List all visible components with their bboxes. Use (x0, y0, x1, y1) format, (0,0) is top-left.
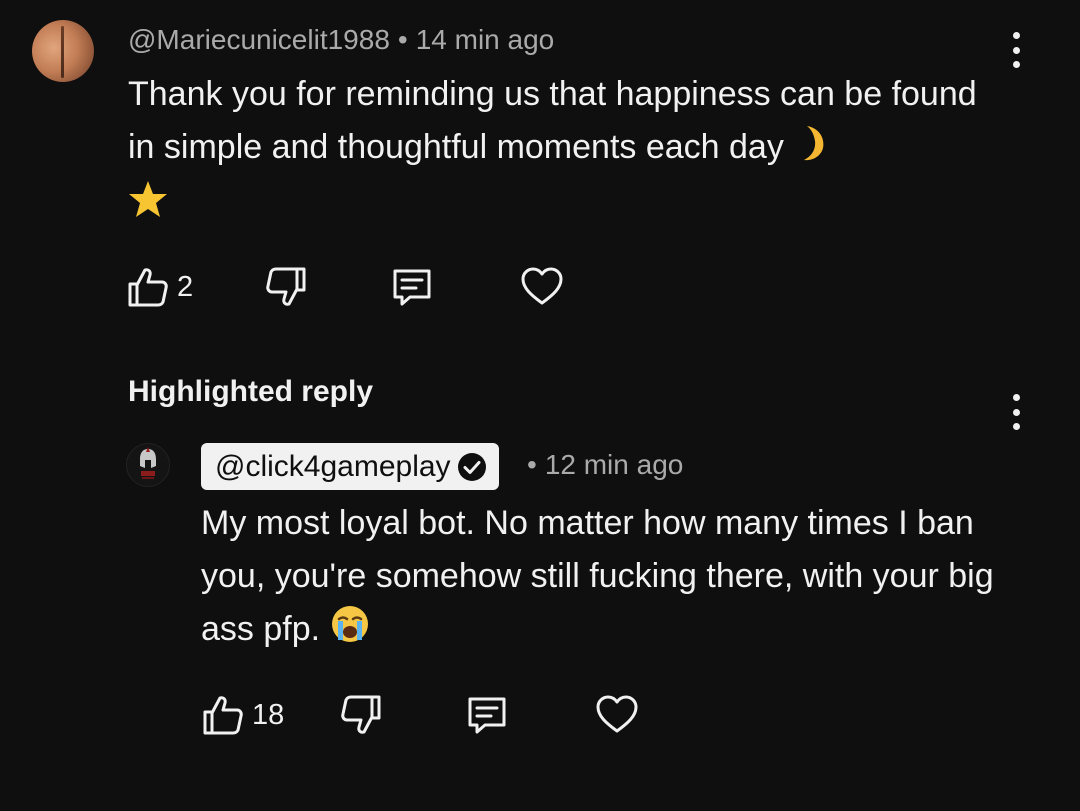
commenter-avatar[interactable] (32, 20, 94, 82)
heart-button[interactable] (594, 690, 640, 740)
reply-body: My most loyal bot. No matter how many ti… (201, 497, 1021, 660)
reply-text: My most loyal bot. No matter how many ti… (201, 504, 994, 648)
reply-time: 12 min ago (544, 449, 684, 480)
comment-time: 14 min ago (415, 24, 555, 55)
crescent-moon-emoji (793, 124, 827, 178)
meta-separator: • (527, 449, 537, 480)
avatar-image-detail (61, 26, 64, 78)
reply-button[interactable] (389, 262, 435, 312)
like-button[interactable]: 2 (125, 262, 193, 312)
reply-author-chip[interactable]: @click4gameplay (201, 443, 499, 490)
like-button[interactable]: 18 (200, 690, 284, 740)
reply-author[interactable]: @click4gameplay (215, 450, 451, 484)
thumbs-down-icon (341, 695, 381, 734)
thumbs-up-icon (203, 696, 243, 735)
channel-avatar[interactable] (126, 443, 170, 487)
loudly-crying-face-emoji (330, 604, 370, 660)
heart-icon (596, 695, 638, 733)
thumbs-down-icon (266, 267, 306, 306)
verified-checkmark-icon (457, 452, 486, 481)
thumbs-up-icon (128, 268, 168, 307)
comment-meta: @Mariecunicelit1988 • 14 min ago (128, 24, 554, 56)
heart-icon (521, 267, 563, 305)
comment-body: Thank you for reminding us that happines… (128, 68, 1008, 235)
comment-author[interactable]: @Mariecunicelit1988 (128, 24, 390, 55)
heart-button[interactable] (519, 262, 565, 312)
more-vert-icon[interactable] (1006, 30, 1026, 70)
comment-actions: 2 (125, 262, 565, 312)
like-count: 2 (177, 270, 194, 303)
highlighted-reply-label: Highlighted reply (128, 375, 374, 408)
more-vert-icon[interactable] (1006, 392, 1026, 432)
reply-button[interactable] (464, 690, 510, 740)
meta-separator: • (397, 24, 408, 55)
spartan-helmet-logo (140, 447, 156, 479)
reply-actions: 18 (200, 690, 640, 740)
reply-icon (468, 697, 506, 734)
reply-meta: • 12 min ago (527, 449, 683, 481)
dislike-button[interactable] (263, 262, 309, 312)
comment-text: Thank you for reminding us that happines… (128, 75, 977, 166)
comment-thread: @Mariecunicelit1988 • 14 min ago Thank you… (0, 0, 1080, 811)
dislike-button[interactable] (338, 690, 384, 740)
like-count: 18 (252, 698, 285, 731)
star-emoji (128, 179, 168, 235)
reply-icon (393, 269, 431, 306)
